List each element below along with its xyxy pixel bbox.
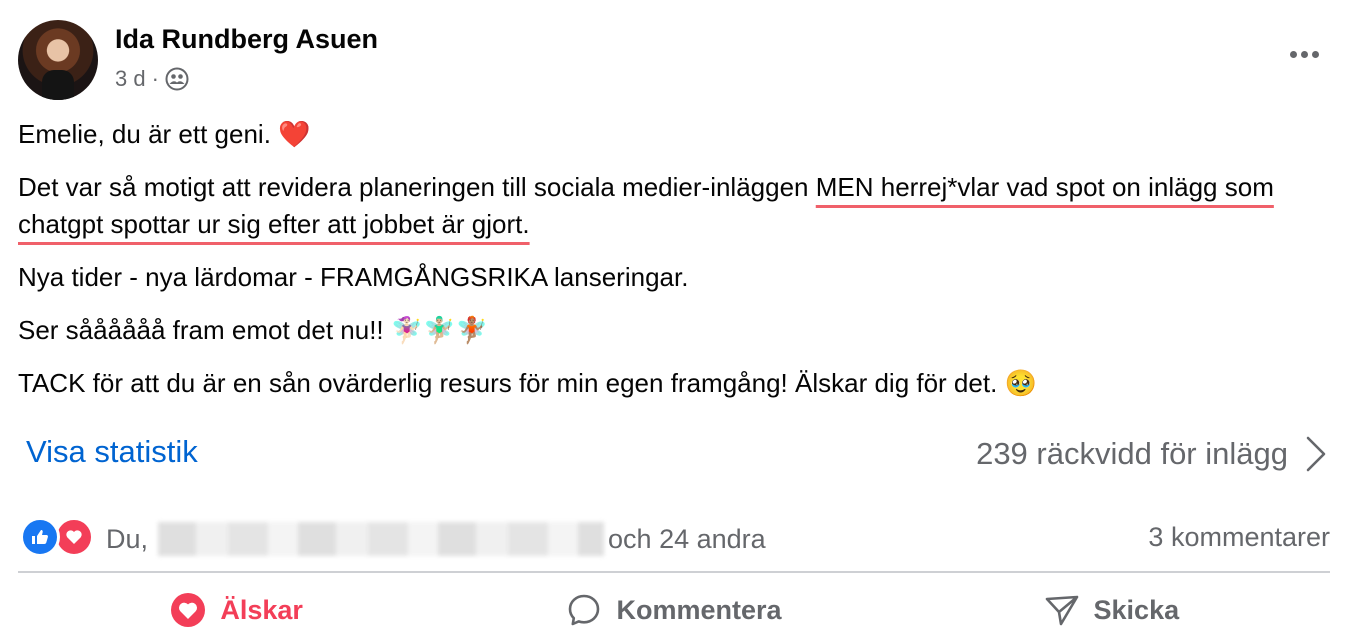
post-time[interactable]: 3 d	[115, 66, 146, 92]
friends-icon[interactable]	[165, 67, 189, 91]
comment-button[interactable]: Kommentera	[455, 580, 892, 640]
love-button[interactable]: Älskar	[18, 580, 455, 640]
dot-icon	[1289, 50, 1297, 58]
post-meta: 3 d ·	[115, 66, 189, 92]
post-reach[interactable]: 239 räckvidd för inlägg	[976, 434, 1328, 474]
comments-count[interactable]: 3 kommentarer	[1148, 522, 1330, 553]
dot-icon	[1311, 50, 1319, 58]
post-header: Ida Rundberg Asuen 3 d ·	[18, 18, 1328, 102]
love-icon	[171, 593, 206, 627]
post-paragraph-4: Ser såååååå fram emot det nu!! 🧚🏻‍♀️🧚🏼‍♂…	[18, 315, 488, 345]
heart-emoji: ❤️	[278, 119, 311, 149]
post-paragraph-3: Nya tider - nya lärdomar - FRAMGÅNGSRIKA…	[18, 262, 689, 292]
send-icon	[1045, 595, 1078, 626]
dot-icon	[1300, 50, 1308, 58]
divider	[18, 571, 1330, 573]
paragraph-text: Det var så motigt att revidera planering…	[18, 172, 816, 202]
author-avatar[interactable]	[18, 20, 98, 100]
comment-icon	[569, 594, 600, 626]
reactions-prefix: Du,	[106, 523, 149, 554]
post-paragraph-2: Det var så motigt att revidera planering…	[18, 169, 1328, 243]
reactions-row: Du, och 24 andra 3 kommentarer	[20, 514, 1330, 562]
love-label: Älskar	[220, 594, 303, 625]
post-body: Emelie, du är ett geni. ❤️ Det var så mo…	[18, 116, 1328, 418]
reaction-icons[interactable]	[20, 517, 98, 557]
love-reaction-icon	[54, 517, 94, 557]
paragraph-text: Emelie, du är ett geni.	[18, 119, 271, 149]
meta-separator: ·	[151, 66, 159, 91]
view-insights-link[interactable]: Visa statistik	[26, 434, 198, 470]
reactions-suffix: och 24 andra	[608, 523, 766, 554]
author-name[interactable]: Ida Rundberg Asuen	[115, 24, 378, 55]
like-reaction-icon	[20, 517, 60, 557]
blurred-names	[158, 522, 605, 556]
post-actions: Älskar Kommentera Skicka	[18, 580, 1330, 640]
comment-label: Kommentera	[616, 594, 782, 625]
post-paragraph-1: Emelie, du är ett geni. ❤️	[18, 116, 1328, 153]
send-label: Skicka	[1093, 594, 1180, 625]
reactions-summary[interactable]: Du, och 24 andra	[106, 522, 766, 556]
reach-label: 239 räckvidd för inlägg	[976, 436, 1288, 471]
send-button[interactable]: Skicka	[893, 580, 1330, 640]
insights-row: Visa statistik 239 räckvidd för inlägg	[18, 430, 1328, 480]
post-paragraph-5: TACK för att du är en sån ovärderlig res…	[18, 368, 1037, 398]
chevron-right-icon	[1306, 436, 1326, 472]
more-options-button[interactable]	[1282, 38, 1326, 70]
